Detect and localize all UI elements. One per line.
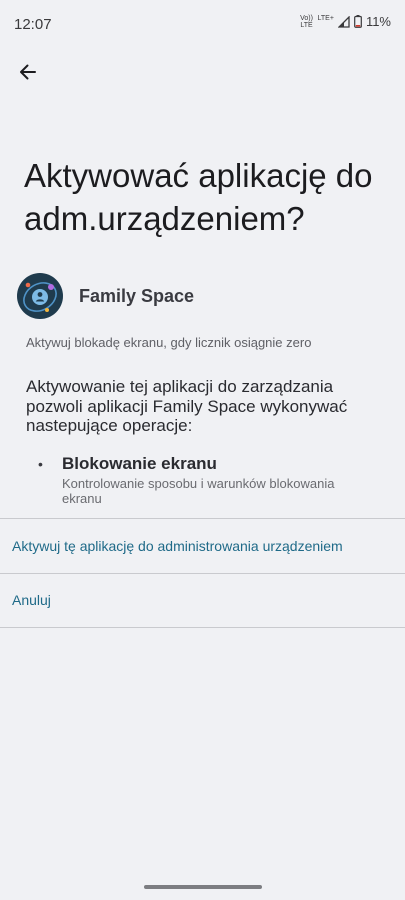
app-row: Family Space (16, 272, 194, 320)
network-type: LTE+ (317, 15, 334, 22)
app-name: Family Space (79, 285, 195, 306)
cancel-button[interactable]: Anuluj (12, 592, 51, 608)
activate-admin-button[interactable]: Aktywuj tę aplikację do administrowania … (12, 538, 343, 554)
policy-description: Kontrolowanie sposobu i warunków blokowa… (62, 476, 335, 506)
gesture-nav-handle[interactable] (144, 885, 262, 889)
status-time: 12:07 (14, 16, 52, 33)
page-title: Aktywować aplikację do adm.urządzeniem? (24, 157, 373, 237)
volte-indicator: Vo)) LTE (300, 14, 313, 29)
divider (0, 573, 405, 574)
status-bar: 12:07 Vo)) LTE LTE+ 11% (0, 0, 405, 48)
policy-title: Blokowanie ekranu (62, 454, 217, 473)
explanation-text: Aktywowanie tej aplikacji do zarządzania… (26, 377, 348, 435)
battery-percent: 11% (365, 14, 391, 29)
back-button[interactable] (14, 58, 42, 86)
app-description: Aktywuj blokadę ekranu, gdy licznik osią… (26, 335, 312, 350)
family-space-app-icon (17, 273, 63, 319)
arrow-left-icon (20, 64, 36, 80)
divider (0, 518, 405, 519)
divider (0, 627, 405, 628)
bullet: • (38, 456, 43, 472)
signal-icon (337, 15, 350, 28)
status-icons: Vo)) LTE LTE+ 11% (300, 14, 391, 29)
battery-icon (354, 15, 362, 28)
